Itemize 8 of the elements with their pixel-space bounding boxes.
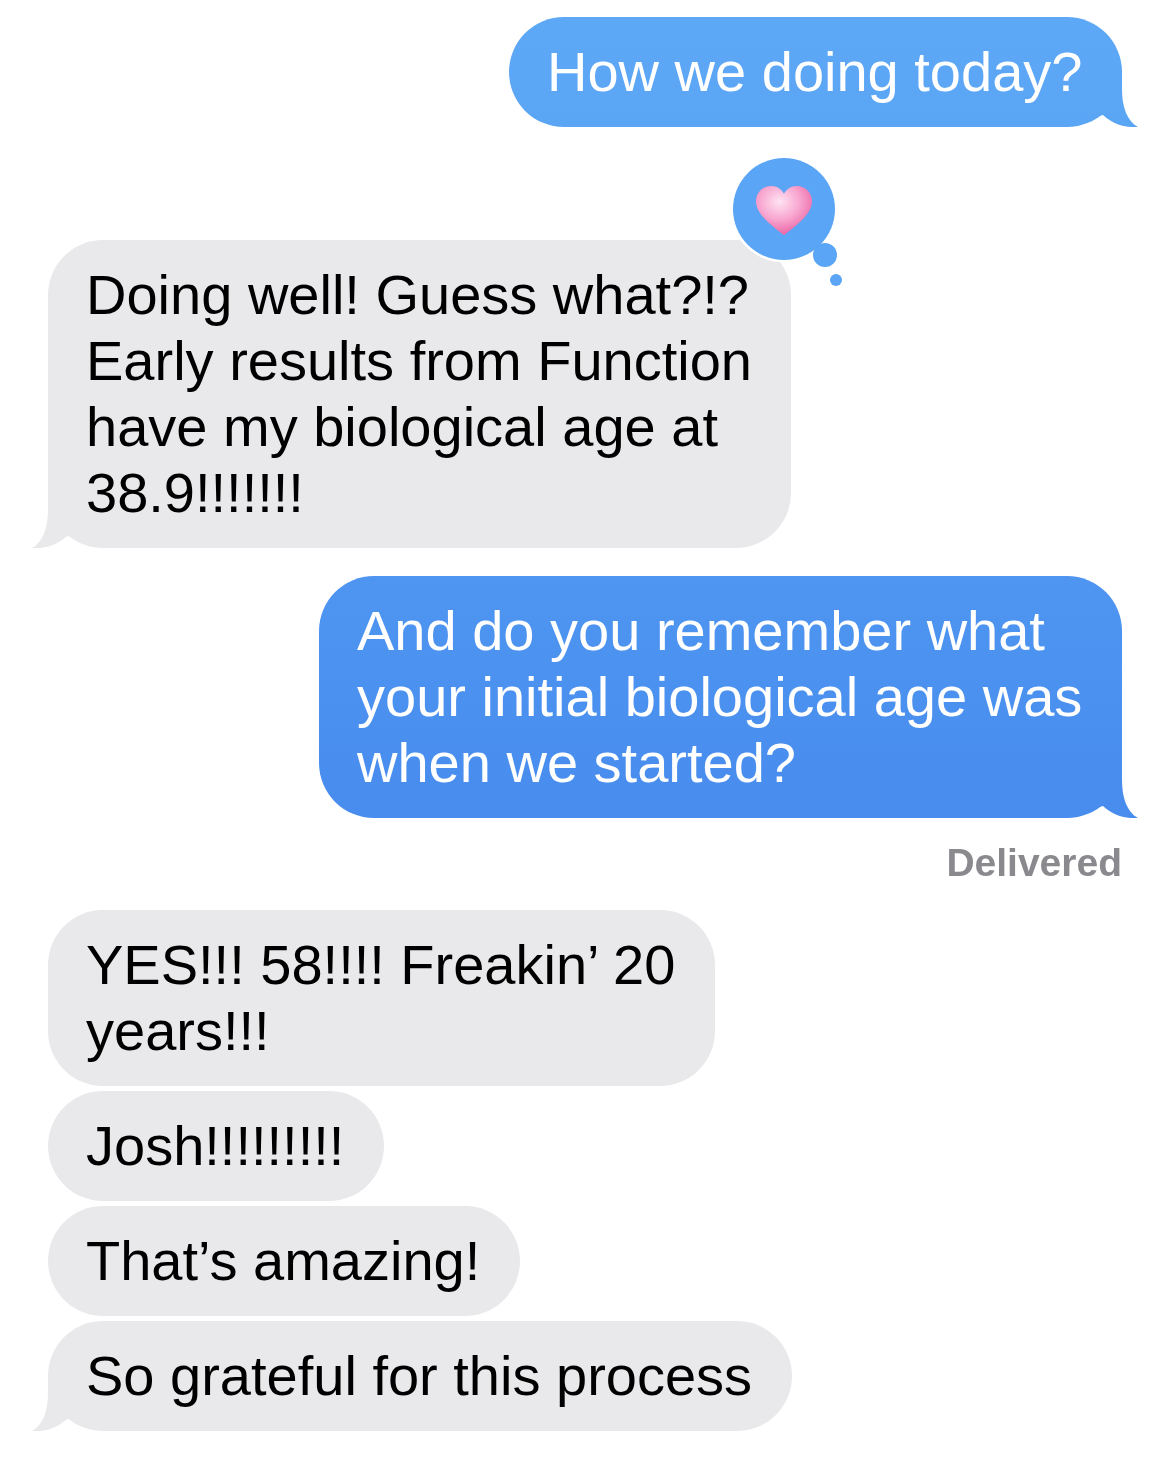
received-message-bubble: Josh!!!!!!!!! (48, 1091, 384, 1201)
sent-message-bubble: And do you remember what your initial biological age was when we started? (319, 576, 1138, 818)
received-message-bubble: YES!!! 58!!!! Freakin’ 20 years!!! (48, 910, 715, 1086)
received-message-bubble: Doing well! Guess what?!? Early results from Function have my biological age at 38.9!!!!!!! (32, 240, 791, 548)
sent-message-bubble: How we doing today? (509, 17, 1138, 127)
received-message-bubble: So grateful for this process (32, 1321, 792, 1431)
delivery-status: Delivered (946, 840, 1122, 886)
received-message-bubble: That’s amazing! (48, 1206, 520, 1316)
